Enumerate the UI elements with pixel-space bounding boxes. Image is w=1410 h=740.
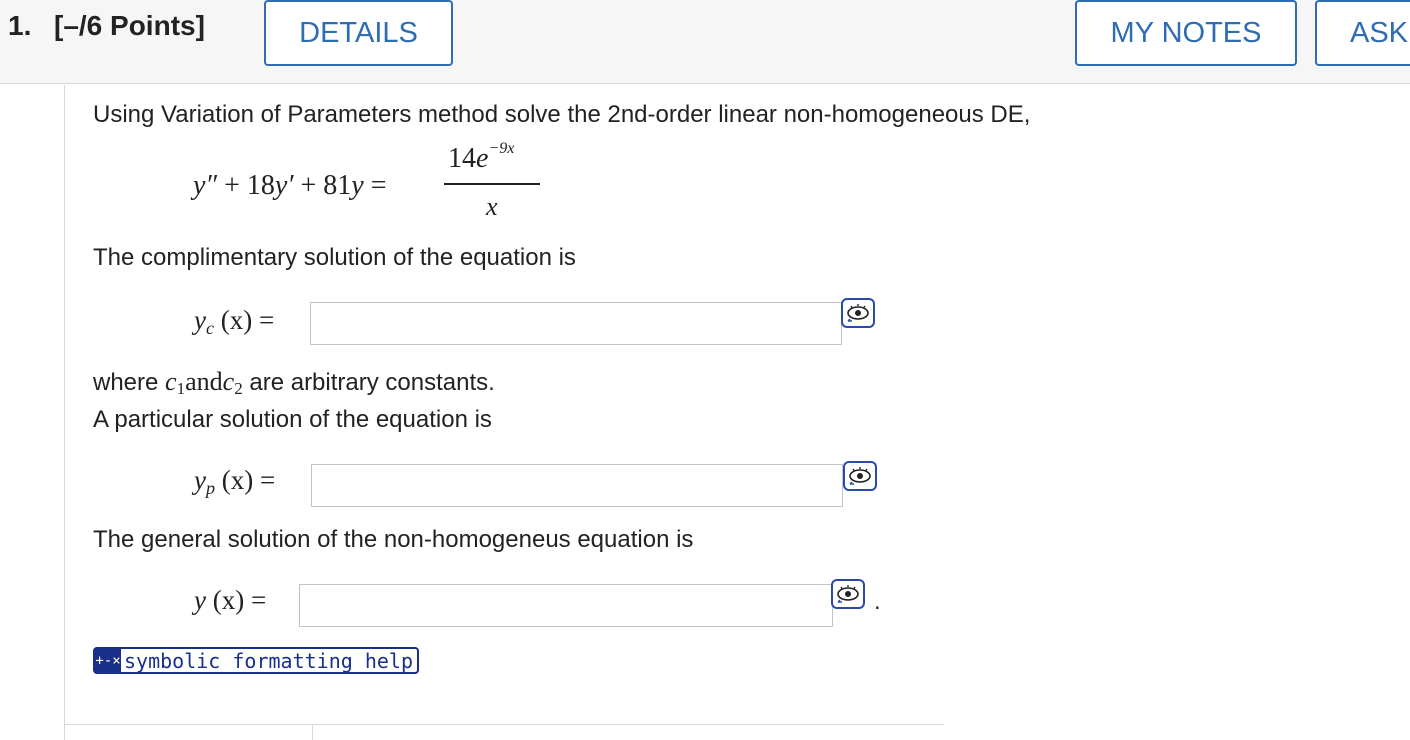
c2-sub: 2	[234, 379, 243, 398]
yp-arg: (x) =	[214, 465, 276, 495]
question-points: [–/6 Points]	[54, 10, 205, 41]
eq-y1: y′	[274, 170, 294, 201]
eq-mid: + 18	[217, 170, 275, 201]
details-button[interactable]: DETAILS	[264, 0, 453, 66]
yp-preview-icon[interactable]	[843, 461, 877, 491]
equation-denominator: x	[486, 192, 498, 221]
y-preview-icon[interactable]	[831, 579, 865, 609]
yp-input[interactable]	[311, 464, 843, 507]
numerator-base: e	[476, 143, 489, 174]
eq-y: y	[351, 170, 364, 201]
plus-minus-times-icon: +-×	[95, 649, 121, 672]
constants-line: where c1andc2 are arbitrary constants.	[93, 367, 495, 399]
yp-sub: p	[205, 478, 215, 498]
eq-tail: + 81	[293, 170, 352, 201]
yc-preview-icon[interactable]	[841, 298, 875, 328]
y-var: y	[194, 585, 206, 615]
particular-prompt: A particular solution of the equation is	[93, 406, 492, 433]
numerator-exponent: −9x	[488, 140, 515, 157]
y-input[interactable]	[299, 584, 833, 627]
complementary-prompt: The complimentary solution of the equati…	[93, 244, 576, 271]
y-label: y (x) =	[194, 585, 266, 616]
sentence-period: .	[874, 588, 881, 615]
eq-equals: =	[363, 170, 387, 201]
equation-lhs: y″ + 18y′ + 81y =	[193, 170, 386, 202]
eq-y2: y″	[193, 170, 218, 201]
yc-var: y	[194, 305, 206, 335]
constants-where: where	[93, 369, 159, 396]
help-label: symbolic formatting help	[124, 648, 413, 673]
c2-var: c	[222, 367, 235, 396]
eye-icon	[837, 585, 859, 603]
content-divider	[64, 85, 65, 740]
yc-sub: c	[205, 318, 214, 338]
c1-var: c	[165, 367, 177, 396]
symbolic-formatting-help-button[interactable]: +-× symbolic formatting help	[93, 647, 419, 674]
question-prompt: Using Variation of Parameters method sol…	[93, 101, 1031, 128]
constants-math: c1andc2	[165, 367, 243, 398]
yc-input[interactable]	[310, 302, 842, 345]
yc-arg: (x) =	[213, 305, 275, 335]
my-notes-button[interactable]: MY NOTES	[1075, 0, 1297, 66]
eye-icon	[849, 467, 871, 485]
ask-button[interactable]: ASK	[1315, 0, 1410, 66]
bottom-divider	[64, 724, 944, 725]
y-arg: (x) =	[205, 585, 267, 615]
yp-var: y	[194, 465, 206, 495]
numerator-coef: 14	[448, 143, 476, 174]
fraction-bar	[444, 183, 540, 185]
eye-icon	[847, 304, 869, 322]
question-header: 1. [–/6 Points] DETAILS MY NOTES ASK	[0, 0, 1410, 84]
c1-sub: 1	[176, 379, 186, 398]
equation-numerator: 14e−9x	[448, 140, 514, 175]
general-prompt: The general solution of the non-homogene…	[93, 526, 694, 553]
constants-tail: are arbitrary constants.	[249, 369, 495, 396]
yp-label: yp (x) =	[194, 465, 275, 499]
yc-label: yc (x) =	[194, 305, 274, 339]
and-word: and	[185, 367, 223, 396]
question-number: 1.	[8, 10, 32, 41]
bottom-divider-tick	[312, 724, 313, 740]
